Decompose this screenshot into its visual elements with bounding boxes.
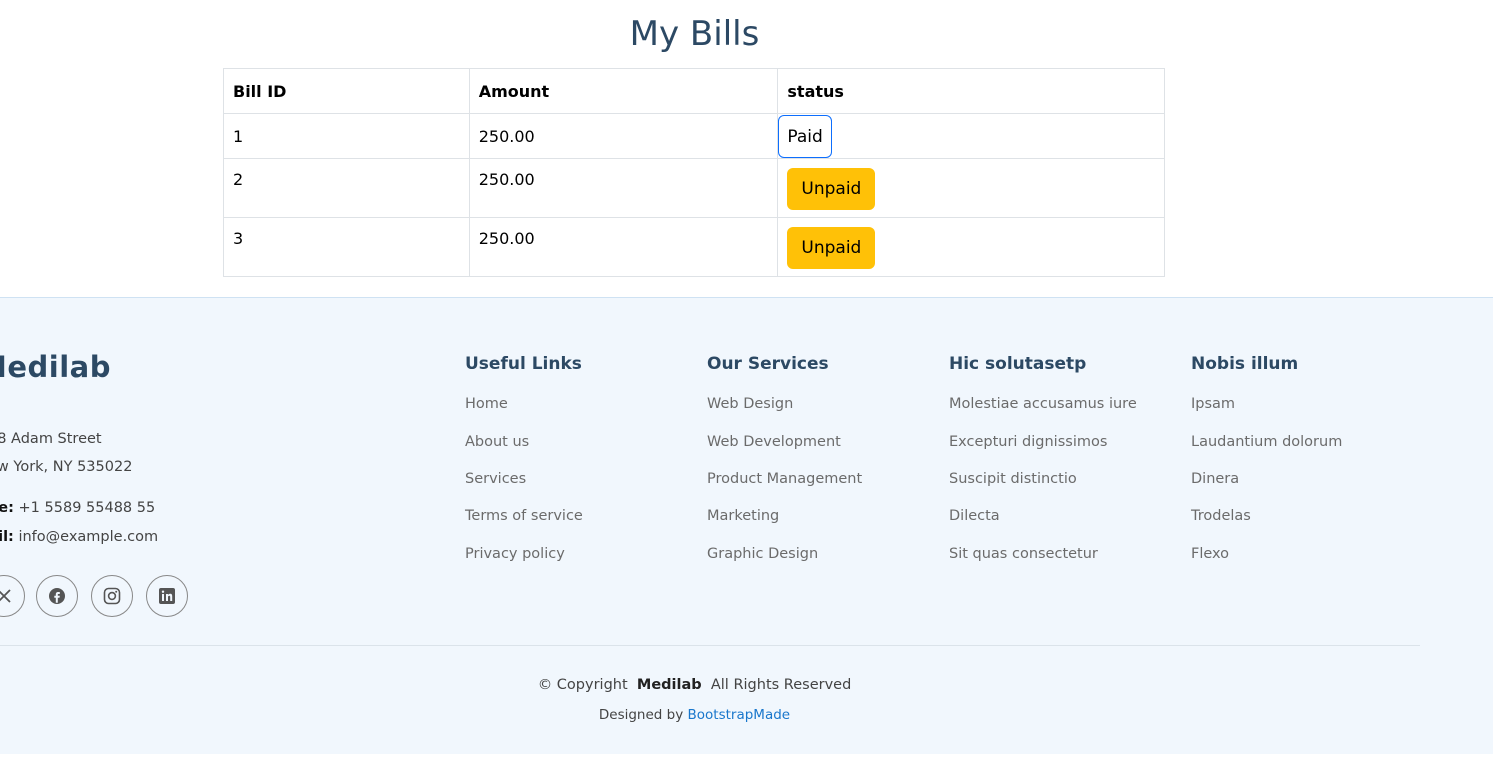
footer-link-suscipit[interactable]: Suscipit distinctio xyxy=(949,471,1077,487)
table-header-row: Bill ID Amount status xyxy=(223,68,1165,114)
copyright-prefix: © Copyright xyxy=(537,677,628,693)
page-title: My Bills xyxy=(629,14,760,54)
hic-solutasetp-title: Hic solutasetp xyxy=(949,354,1087,374)
email-label: nail: xyxy=(0,529,14,545)
footer-link-flexo[interactable]: Flexo xyxy=(1191,546,1229,562)
footer-link-product-management[interactable]: Product Management xyxy=(707,471,862,487)
credits: Designed by BootstrapMade xyxy=(0,707,1389,723)
status-cell: Paid xyxy=(777,113,1165,159)
footer-link-home[interactable]: Home xyxy=(465,396,508,412)
status-cell: Unpaid xyxy=(777,158,1165,218)
footer-divider xyxy=(0,645,1420,646)
footer-link-web-design[interactable]: Web Design xyxy=(707,396,793,412)
footer-link-terms[interactable]: Terms of service xyxy=(465,508,583,524)
table-row: 1 250.00 Paid xyxy=(223,113,1165,159)
bootstrapmade-link[interactable]: BootstrapMade xyxy=(688,707,791,723)
footer-link-laudantium[interactable]: Laudantium dolorum xyxy=(1191,434,1342,450)
footer-link-dinera[interactable]: Dinera xyxy=(1191,471,1239,487)
nobis-illum-title: Nobis illum xyxy=(1191,354,1299,374)
email-value: info@example.com xyxy=(18,529,159,545)
amount-cell: 250.00 xyxy=(468,158,779,218)
footer-link-sit-quas[interactable]: Sit quas consectetur xyxy=(949,546,1098,562)
header-status: status xyxy=(777,68,1165,114)
copyright-brand: Medilab xyxy=(636,677,702,693)
bills-table: Bill ID Amount status 1 250.00 Paid 2 25… xyxy=(223,68,1165,277)
header-bill-id: Bill ID xyxy=(223,68,470,114)
footer-link-graphic-design[interactable]: Graphic Design xyxy=(707,546,818,562)
footer-link-ipsam[interactable]: Ipsam xyxy=(1191,396,1235,412)
phone-row: one: +1 5589 55488 55 xyxy=(0,500,155,516)
footer-link-trodelas[interactable]: Trodelas xyxy=(1191,508,1251,524)
email-row: nail: info@example.com xyxy=(0,529,158,545)
unpaid-button[interactable]: Unpaid xyxy=(787,168,876,210)
footer-logo[interactable]: Medilab xyxy=(0,350,111,384)
address-line-1: 08 Adam Street xyxy=(0,431,102,447)
footer-link-marketing[interactable]: Marketing xyxy=(707,508,779,524)
address-line-2: ew York, NY 535022 xyxy=(0,459,133,475)
unpaid-button[interactable]: Unpaid xyxy=(787,227,876,269)
footer-link-services[interactable]: Services xyxy=(465,471,526,487)
status-cell: Unpaid xyxy=(777,217,1165,277)
amount-cell: 250.00 xyxy=(468,113,779,159)
footer-link-excepturi[interactable]: Excepturi dignissimos xyxy=(949,434,1107,450)
linkedin-icon[interactable] xyxy=(146,575,188,617)
bill-id-cell: 1 xyxy=(223,113,470,159)
useful-links-title: Useful Links xyxy=(465,354,582,374)
table-row: 2 250.00 Unpaid xyxy=(223,158,1165,218)
footer-link-dilecta[interactable]: Dilecta xyxy=(949,508,1000,524)
copyright-suffix: All Rights Reserved xyxy=(710,677,852,693)
our-services-title: Our Services xyxy=(707,354,829,374)
table-row: 3 250.00 Unpaid xyxy=(223,217,1165,277)
footer: Medilab 08 Adam Street ew York, NY 53502… xyxy=(0,297,1493,754)
amount-cell: 250.00 xyxy=(468,217,779,277)
footer-link-molestiae[interactable]: Molestiae accusamus iure xyxy=(949,396,1137,412)
bill-id-cell: 2 xyxy=(223,158,470,218)
copyright: © Copyright Medilab All Rights Reserved xyxy=(0,677,1389,693)
phone-value: +1 5589 55488 55 xyxy=(18,500,156,516)
footer-link-privacy[interactable]: Privacy policy xyxy=(465,546,565,562)
paid-button[interactable]: Paid xyxy=(778,114,832,158)
footer-link-web-development[interactable]: Web Development xyxy=(707,434,841,450)
footer-link-about[interactable]: About us xyxy=(465,434,529,450)
bill-id-cell: 3 xyxy=(223,217,470,277)
x-icon[interactable] xyxy=(0,575,25,617)
header-amount: Amount xyxy=(468,68,779,114)
phone-label: one: xyxy=(0,500,14,516)
facebook-icon[interactable] xyxy=(36,575,78,617)
instagram-icon[interactable] xyxy=(91,575,133,617)
credits-prefix: Designed by xyxy=(598,707,684,723)
